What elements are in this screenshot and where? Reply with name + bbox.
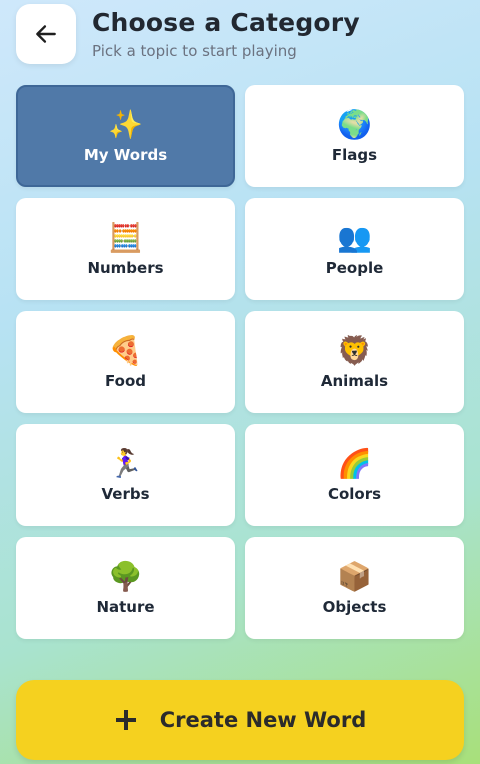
lion-icon: 🦁 [337, 334, 372, 367]
category-card-people[interactable]: 👥 People [245, 198, 464, 300]
back-button[interactable] [16, 4, 76, 64]
category-card-animals[interactable]: 🦁 Animals [245, 311, 464, 413]
runner-icon: 🏃‍♀️ [108, 447, 143, 480]
category-card-numbers[interactable]: 🧮 Numbers [16, 198, 235, 300]
category-card-food[interactable]: 🍕 Food [16, 311, 235, 413]
create-new-word-button[interactable]: Create New Word [16, 680, 464, 760]
page-title: Choose a Category [92, 8, 360, 37]
category-card-flags[interactable]: 🌍 Flags [245, 85, 464, 187]
category-label: Colors [327, 485, 382, 503]
people-icon: 👥 [337, 221, 372, 254]
create-new-word-label: Create New Word [159, 708, 367, 732]
arrow-left-icon [36, 25, 56, 43]
abacus-icon: 🧮 [108, 221, 143, 254]
category-card-verbs[interactable]: 🏃‍♀️ Verbs [16, 424, 235, 526]
category-card-colors[interactable]: 🌈 Colors [245, 424, 464, 526]
category-label: Verbs [101, 485, 150, 503]
category-label: Animals [320, 372, 389, 390]
category-label: Food [105, 372, 146, 390]
category-card-my-words[interactable]: ✨ My Words [16, 85, 235, 187]
category-label: Objects [322, 598, 387, 616]
category-card-nature[interactable]: 🌳 Nature [16, 537, 235, 639]
category-label: Nature [96, 598, 155, 616]
box-icon: 📦 [337, 560, 372, 593]
category-label: My Words [83, 146, 168, 164]
page-subtitle: Pick a topic to start playing [92, 42, 297, 60]
plus-icon [115, 710, 136, 730]
globe-icon: 🌍 [337, 108, 372, 141]
category-grid: ✨ My Words 🌍 Flags 🧮 Numbers 👥 People 🍕 … [16, 85, 464, 639]
header: Choose a Category Pick a topic to start … [0, 0, 480, 80]
category-label: People [325, 259, 384, 277]
category-label: Flags [331, 146, 378, 164]
sparkles-icon: ✨ [108, 108, 143, 141]
tree-icon: 🌳 [108, 560, 143, 593]
rainbow-icon: 🌈 [337, 447, 372, 480]
pizza-icon: 🍕 [108, 334, 143, 367]
category-card-objects[interactable]: 📦 Objects [245, 537, 464, 639]
category-label: Numbers [87, 259, 164, 277]
